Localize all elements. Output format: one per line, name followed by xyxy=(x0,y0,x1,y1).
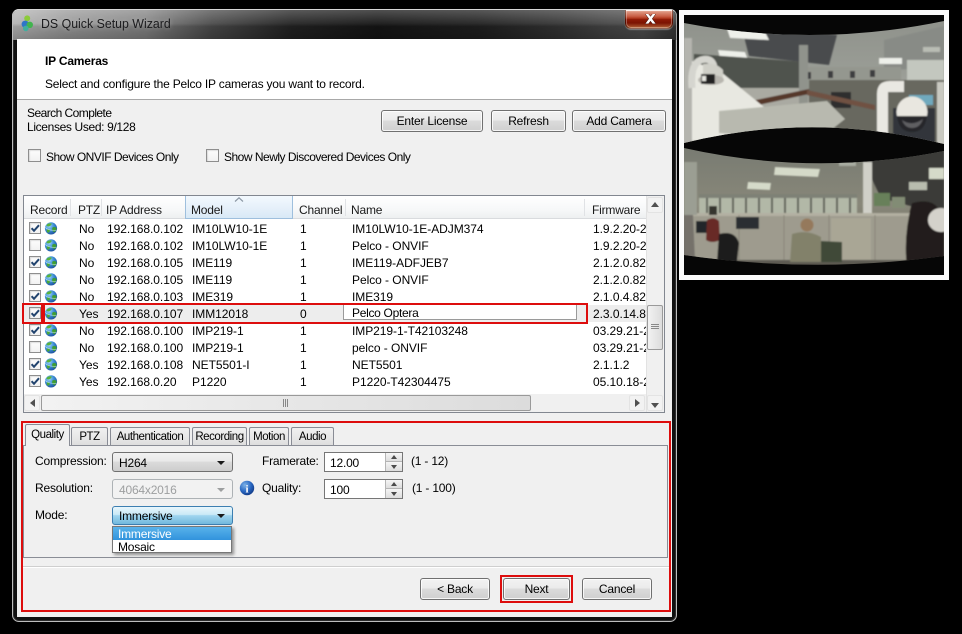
svg-text:i: i xyxy=(245,484,248,496)
